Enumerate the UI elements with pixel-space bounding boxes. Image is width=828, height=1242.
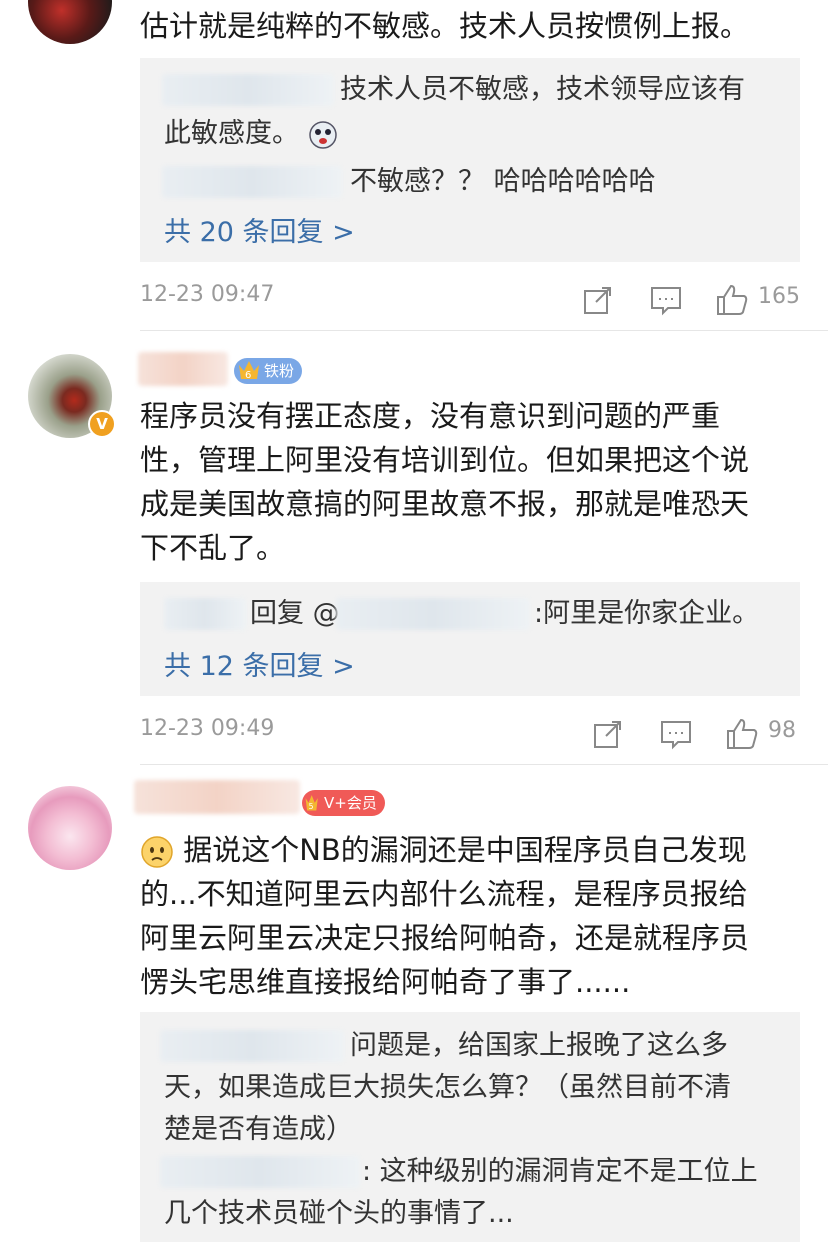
like-icon[interactable] — [724, 716, 760, 752]
comment-line: 的...不知道阿里云内部什么流程，是程序员报给 — [140, 877, 748, 911]
username-blurred[interactable] — [134, 780, 300, 814]
reply-text-cont: 此敏感度。 — [164, 112, 338, 156]
timestamp: 12-23 09:49 — [140, 716, 275, 741]
like-count: 98 — [768, 718, 796, 743]
vip-badge[interactable]: 5 V+会员 — [302, 790, 385, 816]
comment-2: V 6 铁粉 程序员没有摆正态度，没有意识到问题的严重 性，管理上阿里没有培训到… — [0, 332, 828, 766]
like-icon[interactable] — [714, 282, 750, 318]
mention-blurred[interactable] — [336, 598, 530, 630]
comment-line: 性，管理上阿里没有培训到位。但如果把这个说 — [140, 443, 750, 477]
svg-text:6: 6 — [245, 370, 251, 381]
reply-text-cont: 天，如果造成巨大损失怎么算？（虽然目前不清 — [164, 1072, 731, 1103]
comment-line: 阿里云阿里云决定只报给阿帕奇，还是就程序员 — [140, 921, 750, 955]
reply-box[interactable]: 回复 @ :阿里是你家企业。 共 12 条回复 > — [140, 582, 800, 696]
divider — [140, 764, 828, 765]
reply-text: 问题是，给国家上报晚了这么多 — [350, 1030, 728, 1061]
comment-line: 据说这个NB的漏洞还是中国程序员自己发现 — [140, 828, 790, 872]
username-blurred[interactable] — [164, 598, 246, 630]
comment-icon[interactable] — [658, 716, 694, 752]
emoji-face-icon — [308, 120, 337, 149]
avatar[interactable] — [28, 786, 112, 870]
verified-badge: V — [88, 410, 116, 438]
username-blurred[interactable] — [138, 352, 228, 386]
reply-text: : 这种级别的漏洞肯定不是工位上 — [362, 1156, 758, 1187]
meta-row: 12-23 09:49 98 — [140, 716, 800, 752]
comment-text: 估计就是纯粹的不敏感。技术人员按惯例上报。 — [140, 9, 750, 43]
reply-text: 不敏感？？ 哈哈哈哈哈哈 — [350, 166, 656, 197]
comment-text: 据说这个NB的漏洞还是中国程序员自己发现 的...不知道阿里云内部什么流程，是程… — [140, 828, 790, 1004]
comment-line: 下不乱了。 — [140, 531, 286, 565]
fan-badge[interactable]: 6 铁粉 — [234, 358, 303, 384]
badge-label: V+会员 — [324, 794, 377, 812]
avatar[interactable] — [28, 0, 112, 44]
username-blurred[interactable] — [160, 1156, 360, 1188]
more-replies-link[interactable]: 共 12 条回复 > — [164, 644, 355, 683]
share-icon[interactable] — [590, 716, 626, 752]
comment-line: 成是美国故意搞的阿里故意不报，那就是唯恐天 — [140, 487, 750, 521]
comment-text: 程序员没有摆正态度，没有意识到问题的严重 性，管理上阿里没有培训到位。但如果把这… — [140, 394, 790, 570]
like-count: 165 — [758, 284, 800, 309]
meta-row: 12-23 09:47 165 — [140, 282, 800, 318]
worried-face-icon — [141, 836, 173, 868]
comment-icon[interactable] — [648, 282, 684, 318]
reply-box[interactable]: 问题是，给国家上报晚了这么多 天，如果造成巨大损失怎么算？（虽然目前不清 楚是否… — [140, 1012, 800, 1242]
username-blurred[interactable] — [162, 74, 334, 106]
reply-text: 技术人员不敏感，技术领导应该有 — [340, 74, 745, 105]
comment-1: 估计就是纯粹的不敏感。技术人员按惯例上报。 技术人员不敏感，技术领导应该有 此敏… — [0, 0, 828, 332]
more-replies-link[interactable]: 共 20 条回复 > — [164, 210, 355, 249]
timestamp: 12-23 09:47 — [140, 282, 275, 307]
crown-icon: 6 — [239, 361, 259, 381]
username-blurred[interactable] — [160, 1030, 344, 1062]
reply-text: :阿里是你家企业。 — [534, 598, 760, 629]
reply-text-cont: 楚是否有造成） — [164, 1114, 353, 1145]
comment-line: 愣头宅思维直接报给阿帕奇了事了...... — [140, 965, 631, 999]
comment-3: 5 V+会员 据说这个NB的漏洞还是中国程序员自己发现 的...不知道阿里云内部… — [0, 766, 828, 1242]
svg-text:5: 5 — [309, 802, 314, 811]
badge-label: 铁粉 — [264, 362, 295, 380]
share-icon[interactable] — [580, 282, 616, 318]
reply-prefix: 回复 @ — [250, 598, 340, 629]
username-blurred[interactable] — [162, 166, 342, 198]
crown-icon: 5 — [305, 795, 318, 811]
divider — [140, 330, 828, 331]
reply-box[interactable]: 技术人员不敏感，技术领导应该有 此敏感度。 不敏感？？ 哈哈哈哈哈哈 共 20 … — [140, 58, 800, 262]
reply-text-cont: 几个技术员碰个头的事情了... — [164, 1198, 514, 1229]
comment-line: 程序员没有摆正态度，没有意识到问题的严重 — [140, 399, 721, 433]
